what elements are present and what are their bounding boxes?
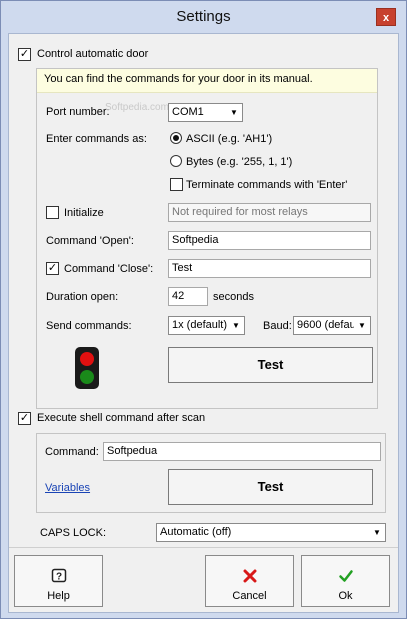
dropdown-arrow-icon: ▼ xyxy=(369,524,385,541)
window-title: Settings xyxy=(176,8,231,25)
shell-panel: Command: Softpedua Variables Test xyxy=(36,433,386,513)
open-label: Command 'Open': xyxy=(46,235,134,247)
check-icon: ✓ xyxy=(47,262,58,274)
help-button[interactable]: ? Help xyxy=(14,555,103,607)
initialize-checkbox[interactable] xyxy=(46,206,59,219)
terminate-label: Terminate commands with 'Enter' xyxy=(186,179,348,191)
svg-text:?: ? xyxy=(55,572,61,583)
ok-button[interactable]: Ok xyxy=(301,555,390,607)
cancel-icon xyxy=(206,568,293,587)
baud-label: Baud: xyxy=(263,320,292,332)
port-select-value: COM1 xyxy=(172,106,204,118)
terminate-checkbox[interactable] xyxy=(170,178,183,191)
caps-label: CAPS LOCK: xyxy=(40,527,107,539)
settings-window: Settings x ✓ Control automatic door You … xyxy=(0,0,407,619)
ok-label: Ok xyxy=(338,590,353,602)
initialize-label: Initialize xyxy=(64,207,104,219)
duration-unit: seconds xyxy=(213,291,254,303)
port-label: Port number: xyxy=(46,106,110,118)
check-icon: ✓ xyxy=(19,48,30,60)
port-select[interactable]: COM1 ▼ xyxy=(168,103,243,122)
close-command-label: Command 'Close': xyxy=(64,263,154,275)
bytes-label: Bytes (e.g. '255, 1, 1') xyxy=(186,156,293,168)
ok-icon xyxy=(302,568,389,587)
door-notice: You can find the commands for your door … xyxy=(37,69,377,93)
command-label: Command: xyxy=(45,446,99,458)
shell-test-button[interactable]: Test xyxy=(168,469,373,505)
shell-command-field[interactable]: Softpedua xyxy=(103,442,381,461)
cancel-button[interactable]: Cancel xyxy=(205,555,294,607)
check-icon: ✓ xyxy=(19,412,30,424)
traffic-light-icon xyxy=(75,347,99,389)
close-icon: x xyxy=(382,12,390,24)
variables-link[interactable]: Variables xyxy=(45,482,90,494)
help-icon: ? xyxy=(15,568,102,587)
ascii-radio[interactable] xyxy=(170,132,182,144)
help-label: Help xyxy=(47,590,70,602)
duration-label: Duration open: xyxy=(46,291,119,303)
initialize-field[interactable]: Not required for most relays xyxy=(168,203,371,222)
dropdown-arrow-icon: ▼ xyxy=(354,317,370,334)
duration-field[interactable]: 42 xyxy=(168,287,208,306)
open-command-field[interactable]: Softpedia xyxy=(168,231,371,250)
door-panel: You can find the commands for your door … xyxy=(36,68,378,409)
watermark: Softpedia.com xyxy=(105,102,169,113)
door-enabled-checkbox[interactable]: ✓ xyxy=(18,48,31,61)
send-select[interactable]: 1x (default) ▼ xyxy=(168,316,245,335)
send-select-value: 1x (default) xyxy=(172,319,228,331)
dialog-body: ✓ Control automatic door You can find th… xyxy=(8,33,399,613)
bytes-radio[interactable] xyxy=(170,155,182,167)
close-command-field[interactable]: Test xyxy=(168,259,371,278)
dropdown-arrow-icon: ▼ xyxy=(228,317,244,334)
send-label: Send commands: xyxy=(46,320,132,332)
dropdown-arrow-icon: ▼ xyxy=(226,104,242,121)
door-enabled-label: Control automatic door xyxy=(37,48,149,60)
baud-select[interactable]: 9600 (default) ▼ xyxy=(293,316,371,335)
ascii-label: ASCII (e.g. 'AH1') xyxy=(186,133,273,145)
footer-separator xyxy=(9,547,398,548)
caps-select-value: Automatic (off) xyxy=(160,526,232,538)
caps-select[interactable]: Automatic (off) ▼ xyxy=(156,523,386,542)
shell-enabled-checkbox[interactable]: ✓ xyxy=(18,412,31,425)
title-bar: Settings x xyxy=(1,1,406,33)
close-command-checkbox[interactable]: ✓ xyxy=(46,262,59,275)
door-test-button[interactable]: Test xyxy=(168,347,373,383)
shell-enabled-label: Execute shell command after scan xyxy=(37,412,206,424)
enter-as-label: Enter commands as: xyxy=(46,133,147,145)
cancel-label: Cancel xyxy=(232,590,267,602)
close-button[interactable]: x xyxy=(376,8,396,26)
